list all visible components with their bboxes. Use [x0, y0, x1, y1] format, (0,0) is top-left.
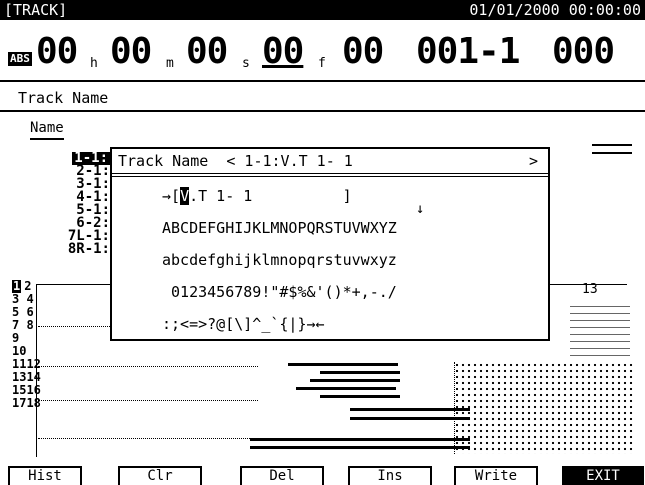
dialog-title-bar: Track Name < 1-1:V.T 1- 1 > [112, 149, 548, 177]
text-cursor: V [180, 187, 190, 205]
track-segment [250, 438, 470, 441]
clear-button[interactable]: Clr [118, 466, 202, 485]
section-title: Track Name [18, 89, 109, 107]
section-header: Track Name [0, 86, 645, 112]
name-entry-field[interactable]: →[V.T 1- 1 ] [162, 187, 352, 205]
screen-title: [TRACK] [4, 1, 68, 19]
track-segment [288, 363, 398, 366]
track-number: 13 [12, 370, 27, 384]
track-number: 16 [26, 383, 41, 397]
track-row-line [38, 326, 118, 327]
column-arrow-icon: ↓ [416, 201, 425, 217]
charset-digits[interactable]: 0123456789!"#$%&'()*+,-./ [162, 283, 397, 301]
track-number: 7 [12, 318, 20, 332]
frames-value: 00 [262, 31, 304, 72]
track-row-line [38, 400, 258, 401]
abs-badge: ABS [8, 52, 32, 66]
dotted-divider [454, 362, 455, 454]
track-segment [250, 446, 470, 449]
right-marker: 13 [582, 282, 598, 297]
track-number: 17 [12, 396, 27, 410]
status-bar: [TRACK] 01/01/2000 00:00:00 [0, 0, 645, 20]
track-number: 6 [26, 305, 34, 319]
track-segment [320, 371, 400, 374]
track-list-item[interactable]: 8R-1: [30, 242, 110, 256]
track-name-dialog: Track Name < 1-1:V.T 1- 1 > ↓ →[V.T 1- 1… [110, 147, 550, 341]
track-segment [296, 387, 396, 390]
track-number: 12 [26, 357, 41, 371]
write-button[interactable]: Write [454, 466, 538, 485]
track-segment [320, 395, 400, 398]
track-row-line [38, 366, 258, 367]
track-number: 14 [26, 370, 41, 384]
hours-unit: h [90, 56, 98, 71]
charset-symbols[interactable]: :;<=>?@[\]^_`{|}→← [162, 315, 325, 333]
frames-unit: f [318, 56, 326, 71]
minutes-unit: m [166, 56, 174, 71]
dotted-matrix [570, 300, 630, 360]
seconds-unit: s [242, 56, 250, 71]
dialog-title: Track Name < 1-1:V.T 1- 1 [118, 152, 353, 170]
dotted-matrix [454, 362, 634, 454]
delete-button[interactable]: Del [240, 466, 324, 485]
track-number: 5 [12, 305, 20, 319]
charset-upper[interactable]: ABCDEFGHIJKLMNOPQRSTUVWXYZ [162, 219, 397, 237]
minutes-value: 00 [110, 31, 152, 72]
function-key-bar: Hist Clr Del Ins Write EXIT [0, 466, 645, 485]
track-segment [350, 417, 470, 420]
insert-button[interactable]: Ins [348, 466, 432, 485]
measure-value: 001-1 [416, 31, 520, 72]
track-segment [310, 379, 400, 382]
hist-button[interactable]: Hist [8, 466, 82, 485]
track-number: 18 [26, 396, 41, 410]
charset-lower[interactable]: abcdefghijklmnopqrstuvwxyz [162, 251, 397, 269]
track-segment [350, 408, 470, 411]
track-number: 11 [12, 357, 27, 371]
track-number-column: 1 2 3 4 5 6 7 8 9 10 1112 1314 1516 1718 [12, 280, 41, 410]
track-row-line [38, 438, 258, 439]
track-number: 4 [26, 292, 34, 306]
name-label: Name [30, 120, 64, 140]
track-number: 10 [12, 344, 27, 358]
date-time: 01/01/2000 00:00:00 [469, 1, 641, 19]
track-list: 1-1: 2-1: 3-1: 4-1: 5-1: 6-2: 7L-1: 8R-1… [30, 151, 110, 256]
track-number: 9 [12, 331, 20, 345]
seconds-value: 00 [186, 31, 228, 72]
tick-value: 000 [552, 31, 615, 72]
divider [592, 144, 632, 154]
hours-value: 00 [36, 31, 78, 72]
track-number: 15 [12, 383, 27, 397]
next-arrow-icon[interactable]: > [529, 149, 538, 173]
track-number: 8 [26, 318, 34, 332]
track-number: 3 [12, 292, 20, 306]
time-counter: ABS 00 h 00 m 00 s 00 f 00 001-1 000 [0, 22, 645, 82]
exit-button[interactable]: EXIT [562, 466, 644, 485]
subframes-value: 00 [342, 31, 384, 72]
